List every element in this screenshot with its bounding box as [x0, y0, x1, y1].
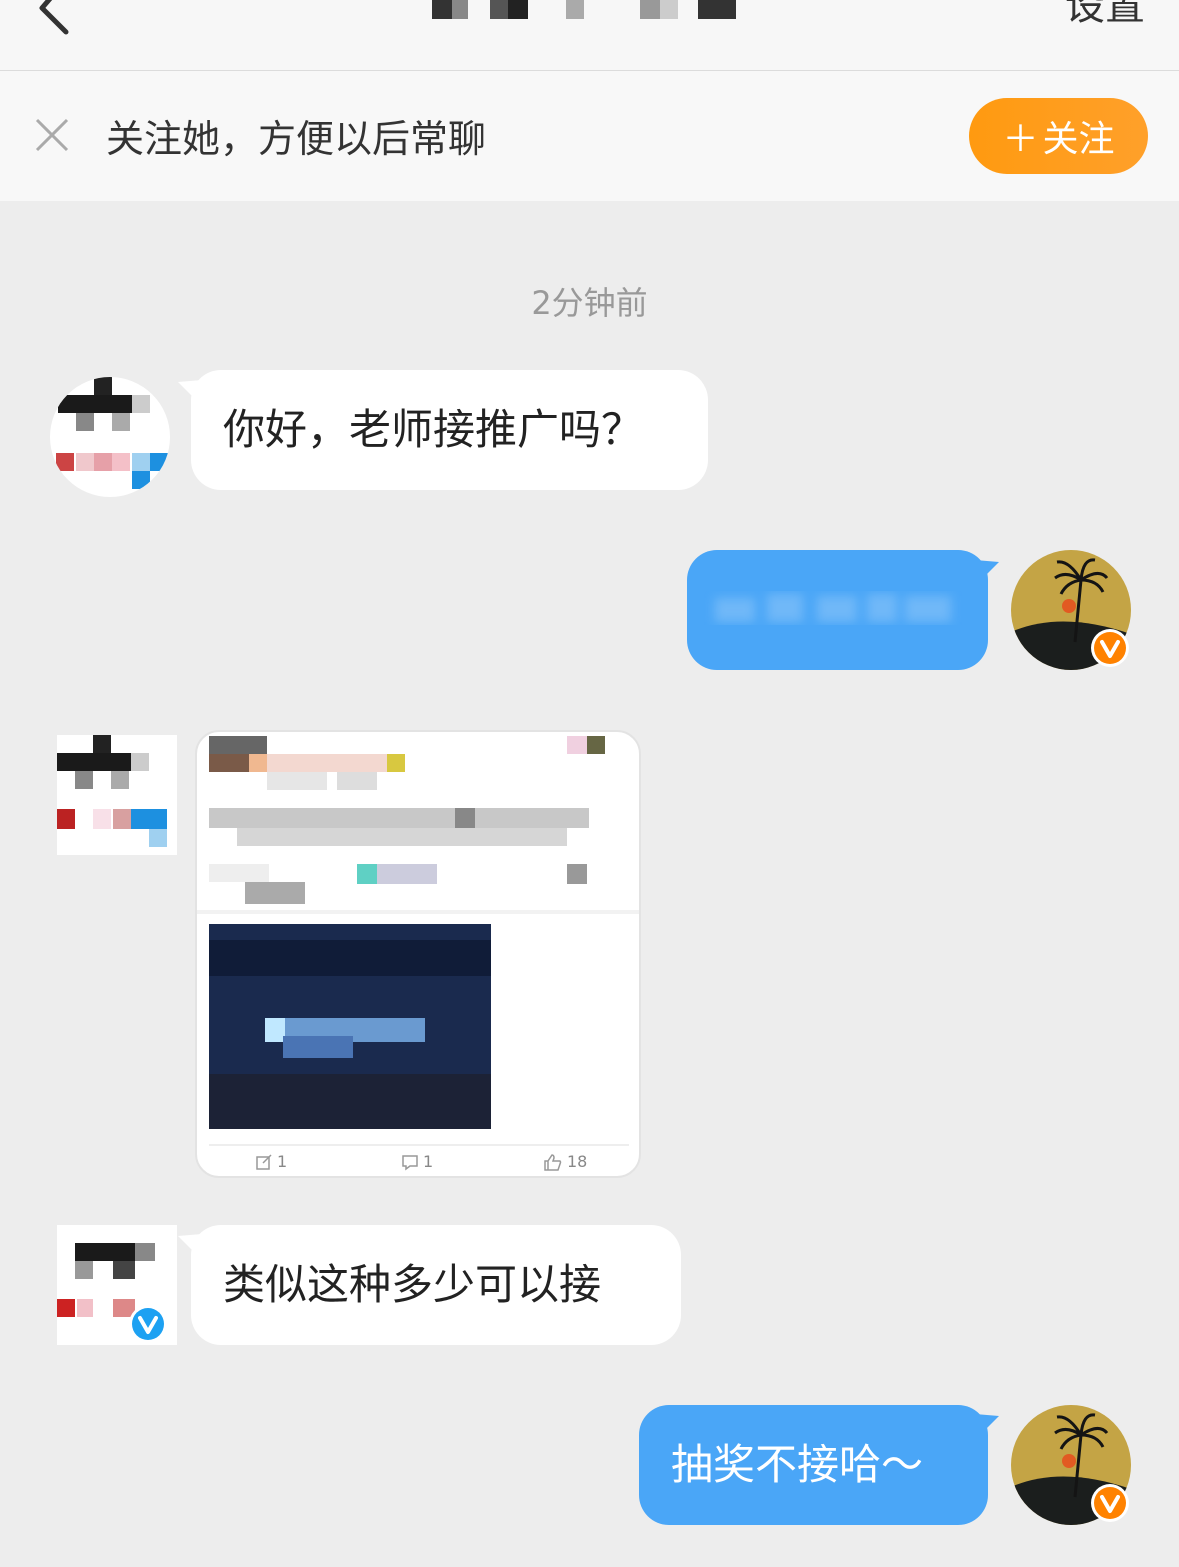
verified-badge-icon — [1091, 1484, 1129, 1522]
obscured-post-content — [197, 736, 639, 1146]
follow-prompt-text: 关注她，方便以后常聊 — [106, 117, 487, 161]
bubble-tail — [975, 560, 999, 586]
repost-count[interactable]: 1 — [255, 1152, 287, 1171]
sender-avatar[interactable] — [50, 377, 170, 497]
verified-badge-icon — [129, 1305, 167, 1343]
plus-icon: ＋ — [1002, 119, 1039, 160]
message-bubble-incoming[interactable]: 类似这种多少可以接 — [191, 1225, 681, 1345]
shared-post-card[interactable]: 1 1 18 — [195, 730, 641, 1178]
message-bubble-outgoing[interactable] — [687, 550, 988, 670]
follow-button[interactable]: ＋ 关注 — [969, 98, 1148, 174]
chat-title-obscured — [432, 0, 742, 20]
settings-button[interactable]: 设置 — [1065, 0, 1145, 34]
bubble-tail — [975, 1414, 999, 1440]
repost-icon — [256, 1153, 272, 1170]
message-bubble-outgoing[interactable]: 抽奖不接哈～ — [639, 1405, 988, 1525]
like-count[interactable]: 18 — [543, 1152, 587, 1171]
thumbs-up-icon — [544, 1153, 562, 1171]
blurred-text — [715, 594, 951, 622]
sender-avatar[interactable] — [57, 735, 177, 855]
close-icon[interactable] — [34, 117, 70, 153]
follow-button-label: 关注 — [1042, 119, 1115, 160]
comment-icon — [402, 1154, 418, 1170]
message-bubble-incoming[interactable]: 你好，老师接推广吗？ — [191, 370, 708, 490]
comment-count[interactable]: 1 — [401, 1152, 433, 1171]
verified-badge-icon — [1091, 629, 1129, 667]
top-nav-bar: 设置 — [0, 0, 1179, 71]
back-arrow-icon[interactable] — [30, 0, 74, 36]
message-timestamp: 2分钟前 — [531, 284, 648, 322]
